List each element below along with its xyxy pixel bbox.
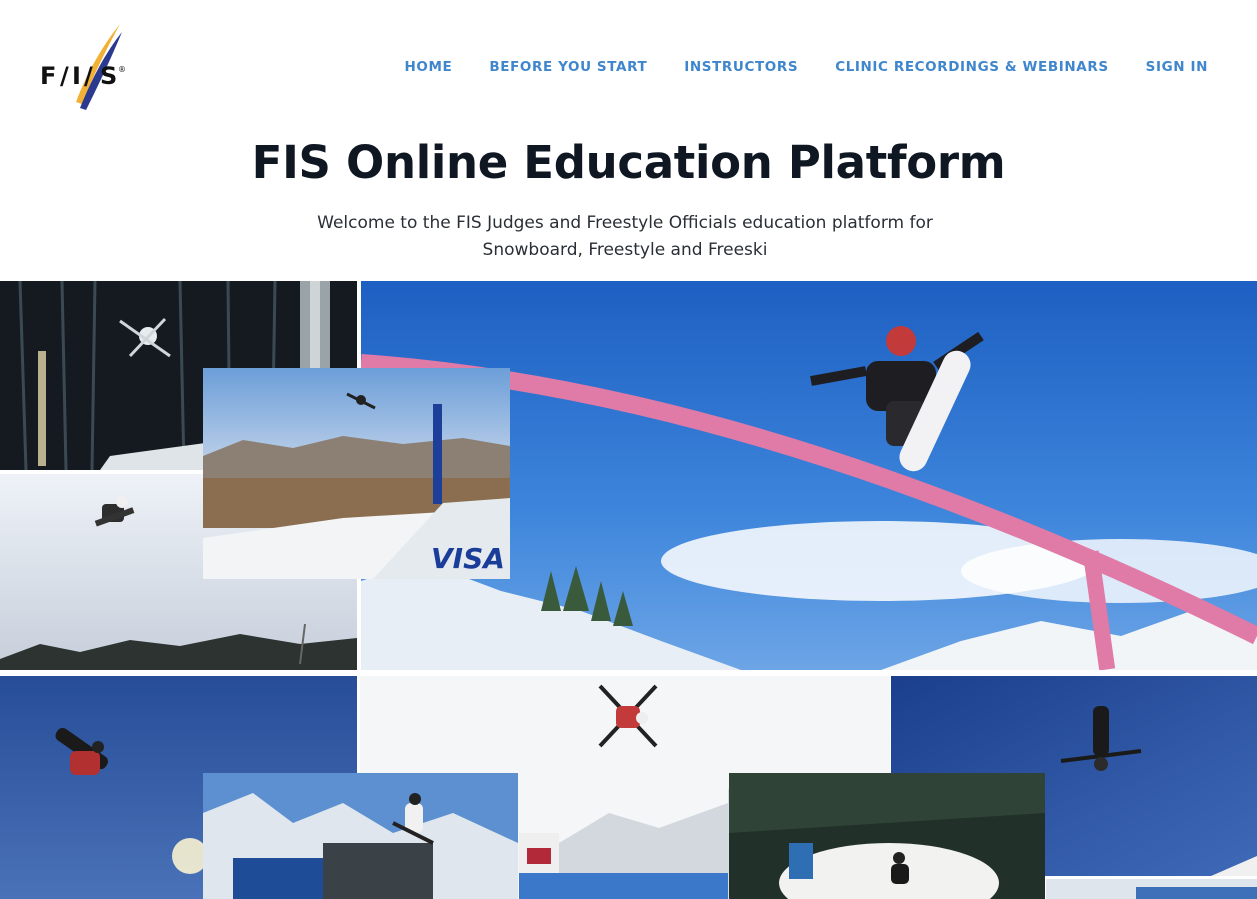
svg-text:/: / bbox=[60, 62, 69, 90]
nav-clinic-recordings-webinars[interactable]: CLINIC RECORDINGS & WEBINARS bbox=[835, 59, 1108, 75]
photo-halfpipe-deck bbox=[203, 773, 518, 899]
nav-sign-in[interactable]: SIGN IN bbox=[1146, 59, 1208, 75]
photo-collage: VISA bbox=[0, 281, 1257, 899]
photo-moguls-skier bbox=[729, 773, 1045, 899]
nav-instructors[interactable]: INSTRUCTORS bbox=[684, 59, 798, 75]
page-title: FIS Online Education Platform bbox=[251, 136, 1006, 189]
photo-visa-aerials: VISA bbox=[203, 368, 510, 579]
svg-text:®: ® bbox=[118, 65, 126, 74]
nav-home[interactable]: HOME bbox=[405, 59, 453, 75]
nav-before-you-start[interactable]: BEFORE YOU START bbox=[489, 59, 647, 75]
fis-logo-icon[interactable]: F / I / S ® bbox=[38, 20, 128, 112]
photo-bottom-right bbox=[1046, 879, 1257, 899]
main-nav: HOME BEFORE YOU START INSTRUCTORS CLINIC… bbox=[405, 59, 1208, 75]
svg-text:F: F bbox=[40, 62, 56, 90]
photo-flag-mountains bbox=[519, 773, 728, 899]
visa-sponsor-text: VISA bbox=[431, 542, 505, 575]
svg-text:I: I bbox=[72, 62, 81, 90]
svg-text:S: S bbox=[100, 62, 117, 90]
page-subtitle: Welcome to the FIS Judges and Freestyle … bbox=[317, 213, 933, 260]
site-header: F / I / S ® HOME BEFORE YOU START INSTRU… bbox=[0, 0, 1257, 135]
svg-text:/: / bbox=[84, 62, 93, 90]
